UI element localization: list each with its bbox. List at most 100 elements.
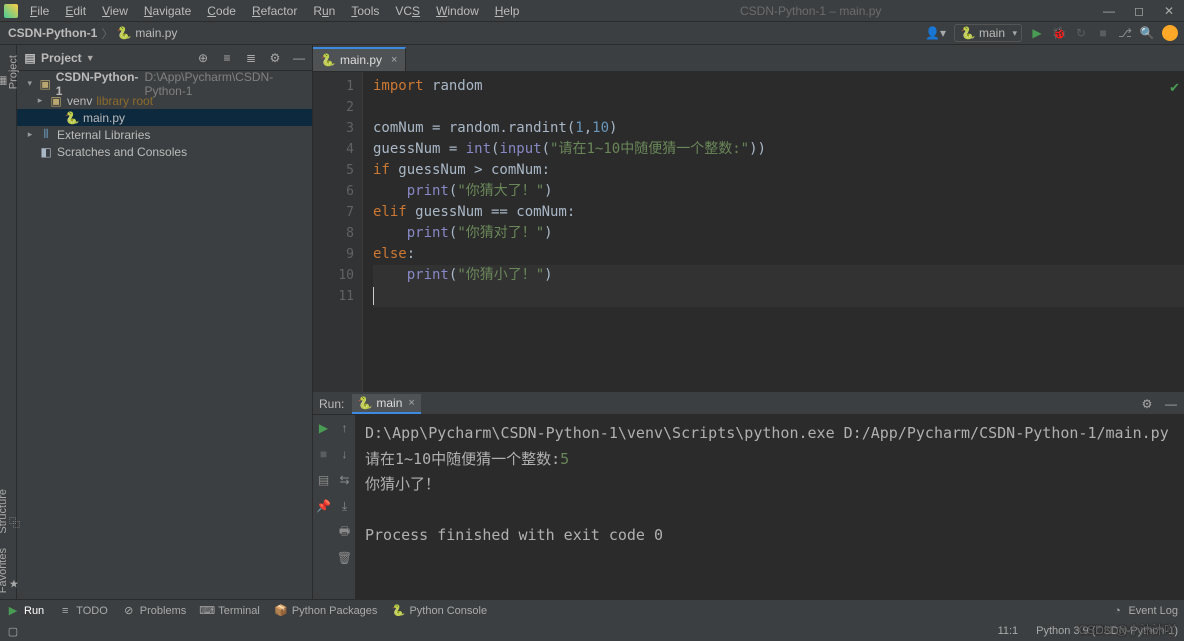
wrap-icon[interactable]: ⇆ <box>338 473 352 487</box>
run-toolbar-primary: ▶ ■ ▤ 📌 <box>313 415 334 599</box>
project-tab-icon: ▦ <box>0 73 7 86</box>
caret <box>373 287 374 305</box>
python-icon: 🐍 <box>961 26 975 40</box>
run-settings-icon[interactable]: ⚙ <box>1140 397 1154 411</box>
run-tab[interactable]: 🐍 main × <box>352 394 420 414</box>
expand-toggle-icon[interactable]: ▸ <box>25 129 35 140</box>
run-configuration-select[interactable]: 🐍 main <box>954 24 1022 42</box>
run-button[interactable]: ▶ <box>1030 26 1044 40</box>
menu-help[interactable]: Help <box>487 2 528 20</box>
menu-edit[interactable]: Edit <box>57 2 94 20</box>
add-configuration-icon[interactable]: 👤▾ <box>925 26 946 40</box>
settings-icon[interactable]: ⚙ <box>268 51 282 65</box>
bottom-tab-event-log[interactable]: ◔Event Log <box>1110 604 1178 618</box>
python-icon: 🐍 <box>358 396 372 410</box>
python-icon: 🐍 <box>391 604 405 618</box>
menu-navigate[interactable]: Navigate <box>136 2 199 20</box>
project-panel-header: ▤ Project ▼ ⊕ ≡ ≣ ⚙ — <box>17 45 312 71</box>
todo-icon: ≡ <box>58 604 72 618</box>
maximize-button[interactable]: ◻ <box>1124 0 1154 22</box>
editor-gutter: 1 2 3 4 5 6 7 8 9 10 11 <box>313 72 363 392</box>
run-icon: ▶ <box>6 604 20 618</box>
bottom-tab-problems[interactable]: ⊘Problems <box>122 604 186 618</box>
project-tree[interactable]: ▾ ▣ CSDN-Python-1 D:\App\Pycharm\CSDN-Py… <box>17 71 312 164</box>
bottom-tab-terminal[interactable]: ⌨Terminal <box>200 604 260 618</box>
stop-button[interactable]: ■ <box>1096 26 1110 40</box>
structure-tab-icon: ⿻ <box>9 515 20 531</box>
event-log-icon: ◔ <box>1110 604 1124 618</box>
editor-body[interactable]: 1 2 3 4 5 6 7 8 9 10 11 import random co… <box>313 72 1184 392</box>
expand-all-icon[interactable]: ≡ <box>220 51 234 65</box>
print-icon[interactable]: 🖶 <box>338 525 352 539</box>
breadcrumb-separator: 〉 <box>101 25 113 42</box>
collapse-all-icon[interactable]: ≣ <box>244 51 258 65</box>
down-icon[interactable]: ↓ <box>338 447 352 461</box>
pin-icon[interactable]: 📌 <box>317 499 331 513</box>
select-opened-file-icon[interactable]: ⊕ <box>196 51 210 65</box>
bottom-tab-todo[interactable]: ≡TODO <box>58 604 108 618</box>
menu-tools[interactable]: Tools <box>343 2 387 20</box>
tree-main-file[interactable]: 🐍 main.py <box>17 109 312 126</box>
rerun-icon[interactable]: ▶ <box>317 421 331 435</box>
console-line: 请在1~10中随便猜一个整数:5 <box>365 447 1174 473</box>
close-button[interactable]: ✕ <box>1154 0 1184 22</box>
run-tool-header: Run: 🐍 main × ⚙ — <box>313 393 1184 415</box>
hide-panel-icon[interactable]: — <box>292 51 306 65</box>
app-icon <box>4 4 18 18</box>
close-tab-icon[interactable]: × <box>391 54 397 66</box>
minimize-button[interactable]: — <box>1094 0 1124 22</box>
close-run-tab-icon[interactable]: × <box>408 397 414 409</box>
tree-external-libraries[interactable]: ▸ ⫴ External Libraries <box>17 126 312 143</box>
git-icon[interactable]: ⎇ <box>1118 26 1132 40</box>
favorites-tab-icon: ★ <box>9 577 19 590</box>
status-bar: ▢ 11:1 Python 3.9 (CSDN-Python-1) <box>0 621 1184 641</box>
search-everywhere-icon[interactable]: 🔍 <box>1140 26 1154 40</box>
menu-run[interactable]: Run <box>305 2 343 20</box>
menu-file[interactable]: FFileile <box>22 2 57 20</box>
status-cursor-position[interactable]: 11:1 <box>998 625 1019 637</box>
menu-code[interactable]: Code <box>199 2 244 20</box>
favorites-tool-tab[interactable]: Favorites ★ <box>0 542 20 599</box>
project-panel: ▤ Project ▼ ⊕ ≡ ≣ ⚙ — ▾ ▣ CSDN-Python-1 … <box>17 45 313 599</box>
trash-icon[interactable]: 🗑 <box>338 551 352 565</box>
layout-icon[interactable]: ▤ <box>317 473 331 487</box>
bottom-tab-python-console[interactable]: 🐍Python Console <box>391 604 487 618</box>
packages-icon: 📦 <box>274 604 288 618</box>
window-title: CSDN-Python-1 – main.py <box>527 4 1094 18</box>
scroll-icon[interactable]: ⤓ <box>338 499 352 513</box>
menu-view[interactable]: View <box>94 2 136 20</box>
menu-vcs[interactable]: VCS <box>387 2 428 20</box>
status-python-interpreter[interactable]: Python 3.9 (CSDN-Python-1) <box>1036 625 1178 637</box>
editor-tab-strip: 🐍 main.py × <box>313 45 1184 72</box>
project-panel-title[interactable]: ▤ Project ▼ <box>23 51 95 65</box>
tree-project-root[interactable]: ▾ ▣ CSDN-Python-1 D:\App\Pycharm\CSDN-Py… <box>17 75 312 92</box>
console-line: D:\App\Pycharm\CSDN-Python-1\venv\Script… <box>365 421 1174 447</box>
run-coverage-icon[interactable]: ↻ <box>1074 26 1088 40</box>
console-line: Process finished with exit code 0 <box>365 523 1174 549</box>
bottom-tab-run[interactable]: ▶Run <box>6 604 44 618</box>
stop-icon[interactable]: ■ <box>317 447 331 461</box>
editor-tab-main[interactable]: 🐍 main.py × <box>313 47 406 71</box>
status-corner-icon[interactable]: ▢ <box>6 624 20 638</box>
code-editor[interactable]: import random comNum = random.randint(1,… <box>363 72 1184 392</box>
menu-refactor[interactable]: Refactor <box>244 2 305 20</box>
breadcrumb-project[interactable]: CSDN-Python-1 <box>8 26 97 40</box>
breadcrumb-file[interactable]: 🐍 main.py <box>117 26 177 40</box>
debug-button[interactable]: 🐞 <box>1052 26 1066 40</box>
project-tool-tab[interactable]: ▦ Project <box>0 49 20 95</box>
run-toolbar-secondary: ↑ ↓ ⇆ ⤓ 🖶 🗑 <box>334 415 355 599</box>
expand-toggle-icon[interactable]: ▸ <box>35 95 45 106</box>
inspection-status-icon[interactable]: ✔ <box>1169 80 1180 96</box>
hide-run-icon[interactable]: — <box>1164 397 1178 411</box>
up-icon[interactable]: ↑ <box>338 421 352 435</box>
expand-toggle-icon[interactable]: ▾ <box>25 78 34 89</box>
menu-window[interactable]: Window <box>428 2 487 20</box>
tree-scratches[interactable]: ◧ Scratches and Consoles <box>17 143 312 160</box>
project-view-icon: ▤ <box>23 51 37 65</box>
run-label: Run: <box>319 397 344 411</box>
console-output[interactable]: D:\App\Pycharm\CSDN-Python-1\venv\Script… <box>355 415 1184 599</box>
structure-tool-tab[interactable]: Structure ⿻ <box>0 483 21 540</box>
ide-update-indicator[interactable] <box>1162 25 1178 41</box>
python-file-icon: 🐍 <box>117 26 131 40</box>
bottom-tab-python-packages[interactable]: 📦Python Packages <box>274 604 378 618</box>
